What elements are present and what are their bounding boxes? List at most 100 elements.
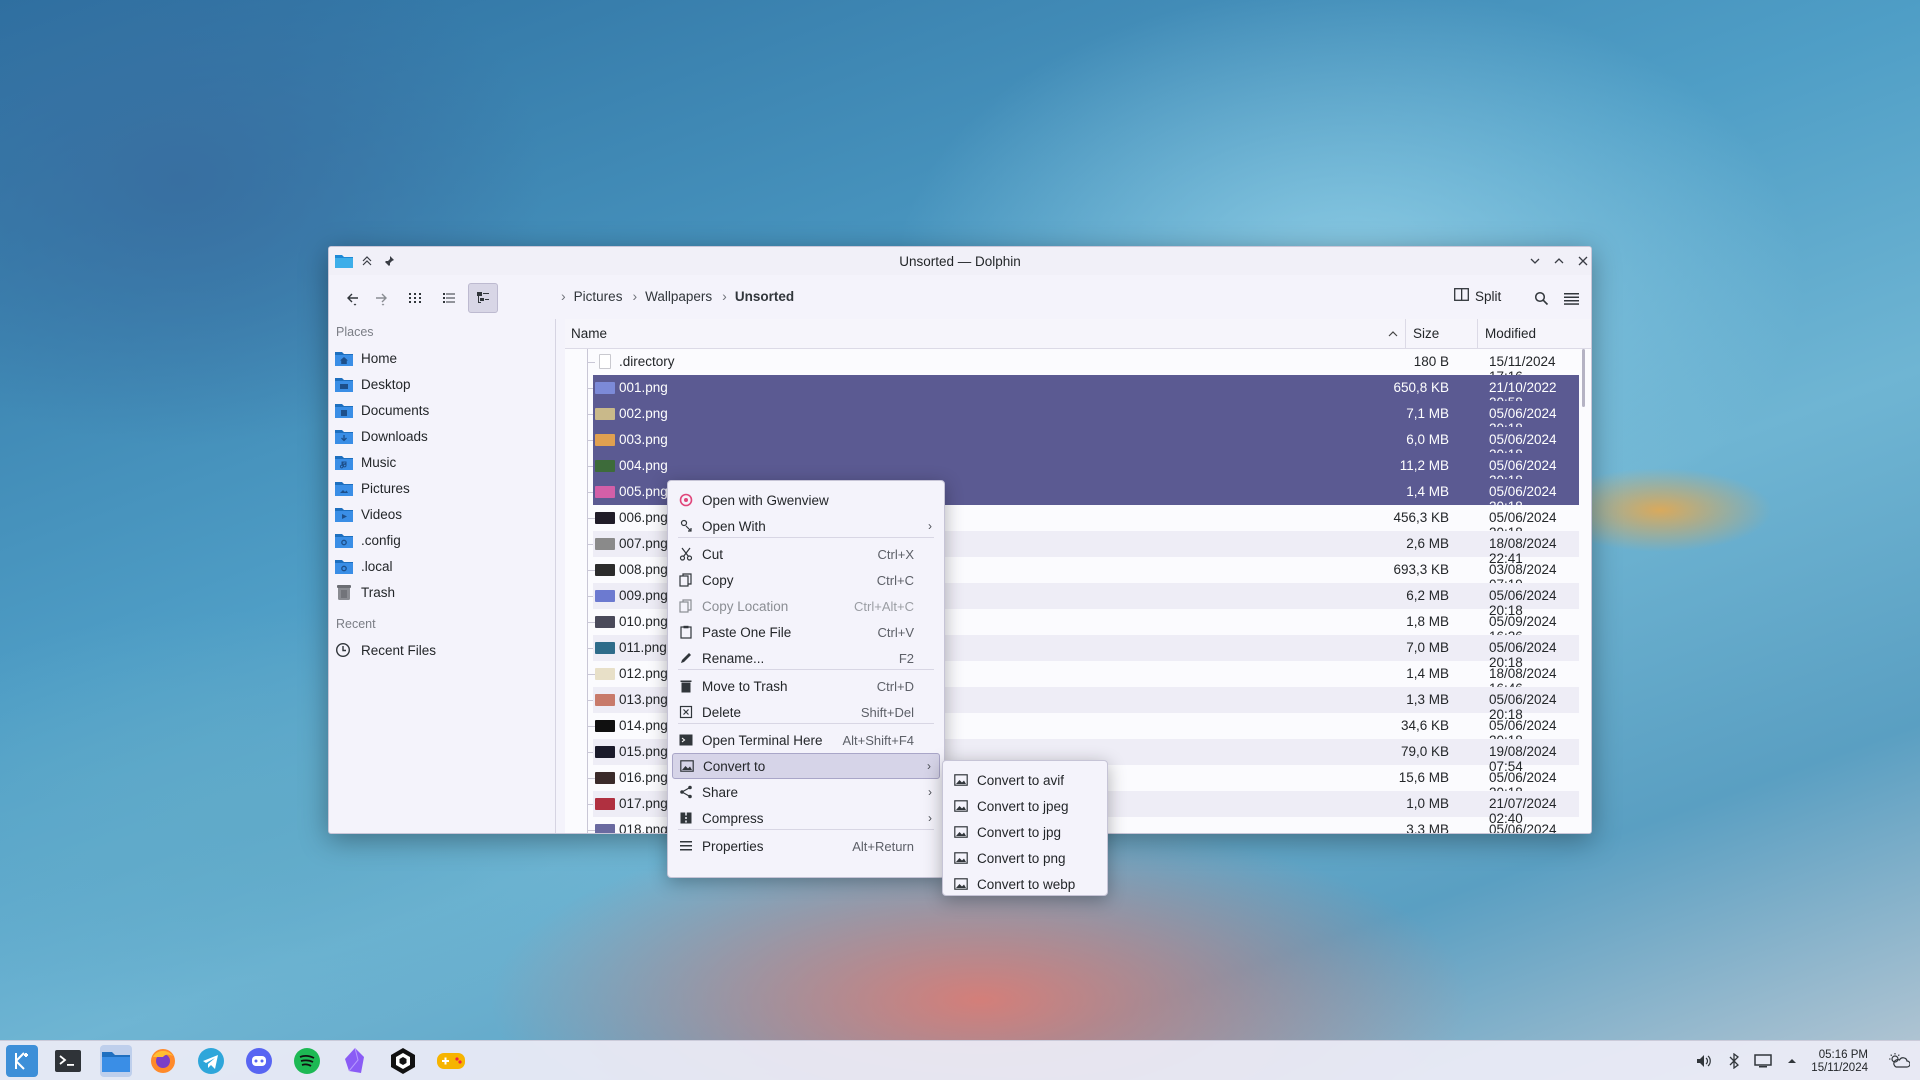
file-row[interactable]: 002.png7,1 MB05/06/2024 20:18 [565, 401, 1579, 436]
menu-item-open-with-gwenview[interactable]: Open with Gwenview [672, 487, 940, 513]
file-name: 016.png [619, 770, 668, 785]
volume-icon[interactable] [1695, 1053, 1713, 1069]
image-thumbnail-icon [595, 720, 615, 732]
menu-item-convert-to[interactable]: Convert to › [672, 753, 940, 779]
telegram-icon[interactable] [195, 1045, 227, 1077]
split-button[interactable]: Split [1454, 288, 1501, 304]
scrollbar-thumb[interactable] [1582, 349, 1585, 407]
sidebar-item-local[interactable]: .local [329, 553, 551, 579]
sidebar-item-documents[interactable]: Documents [329, 397, 551, 423]
local-folder-icon [335, 558, 353, 574]
column-modified-header[interactable]: Modified [1485, 326, 1536, 341]
text-file-icon [599, 354, 611, 369]
breadcrumb-separator[interactable]: › [722, 288, 727, 304]
submenu-item-convert-to-jpeg[interactable]: Convert to jpeg [947, 793, 1103, 819]
sidebar-item-label: .local [361, 558, 393, 574]
image-icon [953, 772, 969, 788]
search-button[interactable] [1526, 285, 1556, 315]
taskbar: 05:16 PM 15/11/2024 [0, 1040, 1920, 1080]
file-row[interactable]: .directory180 B15/11/2024 17:16 [565, 349, 1579, 384]
game-controller-icon[interactable] [435, 1045, 467, 1077]
column-divider[interactable] [1405, 319, 1406, 348]
sidebar-item-config[interactable]: .config [329, 527, 551, 553]
sidebar-item-desktop[interactable]: Desktop [329, 371, 551, 397]
file-row[interactable]: 001.png650,8 KB21/10/2022 20:58 [565, 375, 1579, 410]
panel-divider[interactable] [555, 319, 556, 833]
sidebar-item-home[interactable]: Home [329, 345, 551, 371]
breadcrumb-unsorted[interactable]: Unsorted [735, 289, 794, 304]
breadcrumb-wallpapers[interactable]: Wallpapers [645, 289, 712, 304]
kde-launcher-icon[interactable] [6, 1045, 38, 1077]
weather-icon[interactable] [1888, 1053, 1910, 1069]
sidebar-item-pictures[interactable]: Pictures [329, 475, 551, 501]
file-row[interactable]: 003.png6,0 MB05/06/2024 20:18 [565, 427, 1579, 462]
menu-item-properties[interactable]: Properties Alt+Return [672, 833, 940, 859]
pin-icon[interactable] [379, 251, 399, 271]
menu-item-copy[interactable]: Copy Ctrl+C [672, 567, 940, 593]
menu-item-copy-location[interactable]: Copy Location Ctrl+Alt+C [672, 593, 940, 619]
discord-icon[interactable] [243, 1045, 275, 1077]
sidebar-item-trash[interactable]: Trash [329, 579, 551, 605]
breadcrumb-pictures[interactable]: Pictures [574, 289, 623, 304]
chevron-right-icon: › [927, 759, 931, 773]
firefox-icon[interactable] [147, 1045, 179, 1077]
maximize-button[interactable] [1549, 251, 1569, 271]
title-bar[interactable]: Unsorted — Dolphin [329, 247, 1591, 275]
icons-view-button[interactable] [400, 283, 430, 313]
menu-item-label: Copy [702, 572, 734, 588]
menu-item-compress[interactable]: Compress › [672, 805, 940, 831]
clock[interactable]: 05:16 PM 15/11/2024 [1810, 1049, 1868, 1075]
submenu-item-convert-to-webp[interactable]: Convert to webp [947, 871, 1103, 897]
menu-item-delete[interactable]: Delete Shift+Del [672, 699, 940, 725]
column-size-header[interactable]: Size [1413, 326, 1439, 341]
zed-icon[interactable] [387, 1045, 419, 1077]
menu-item-rename[interactable]: Rename... F2 [672, 645, 940, 671]
compact-view-button[interactable] [434, 283, 464, 313]
menu-item-cut[interactable]: Cut Ctrl+X [672, 541, 940, 567]
menu-item-label: Rename... [702, 650, 765, 666]
submenu-item-convert-to-png[interactable]: Convert to png [947, 845, 1103, 871]
sidebar-item-recent-files[interactable]: Recent Files [329, 637, 551, 663]
obsidian-icon[interactable] [339, 1045, 371, 1077]
keep-above-icon[interactable] [357, 251, 377, 271]
sidebar-item-downloads[interactable]: Downloads [329, 423, 551, 449]
sidebar-item-videos[interactable]: Videos [329, 501, 551, 527]
display-icon[interactable] [1754, 1053, 1772, 1069]
column-divider[interactable] [1477, 319, 1478, 348]
tray-expand-icon[interactable] [1783, 1053, 1801, 1069]
clock-time: 05:16 PM [1818, 1049, 1868, 1061]
close-button[interactable] [1573, 251, 1591, 271]
split-view-icon [1454, 288, 1469, 304]
dolphin-app-icon[interactable] [335, 253, 353, 268]
menu-item-open-with[interactable]: Open With › [672, 513, 940, 539]
terminal-icon[interactable] [52, 1045, 84, 1077]
menu-item-paste-one-file[interactable]: Paste One File Ctrl+V [672, 619, 940, 645]
menu-item-open-terminal-here[interactable]: Open Terminal Here Alt+Shift+F4 [672, 727, 940, 753]
menu-item-share[interactable]: Share › [672, 779, 940, 805]
documents-folder-icon [335, 402, 353, 418]
image-thumbnail-icon [595, 772, 615, 784]
breadcrumb-root-arrow[interactable]: › [561, 288, 566, 304]
submenu-item-convert-to-avif[interactable]: Convert to avif [947, 767, 1103, 793]
back-button[interactable] [338, 283, 368, 313]
forward-button[interactable] [366, 283, 396, 313]
minimize-button[interactable] [1525, 251, 1545, 271]
file-size: 650,8 KB [1393, 380, 1449, 395]
file-row[interactable]: 004.png11,2 MB05/06/2024 20:18 [565, 453, 1579, 488]
details-view-button[interactable] [468, 283, 498, 313]
file-name: 007.png [619, 536, 668, 551]
menu-item-label: Convert to [703, 758, 766, 774]
sidebar-item-music[interactable]: Music [329, 449, 551, 475]
context-menu: Open with Gwenview Open With › Cut Ctrl+X Cop… [667, 480, 945, 878]
hamburger-menu-button[interactable] [1556, 285, 1586, 315]
dolphin-icon[interactable] [100, 1045, 132, 1077]
column-name-header[interactable]: Name [571, 326, 607, 341]
menu-item-move-to-trash[interactable]: Move to Trash Ctrl+D [672, 673, 940, 699]
breadcrumb-separator[interactable]: › [632, 288, 637, 304]
menu-item-label: Open Terminal Here [702, 732, 823, 748]
submenu-item-convert-to-jpg[interactable]: Convert to jpg [947, 819, 1103, 845]
spotify-icon[interactable] [291, 1045, 323, 1077]
bluetooth-icon[interactable] [1725, 1053, 1743, 1069]
file-name: 001.png [619, 380, 668, 395]
menu-item-shortcut: F2 [898, 650, 914, 666]
